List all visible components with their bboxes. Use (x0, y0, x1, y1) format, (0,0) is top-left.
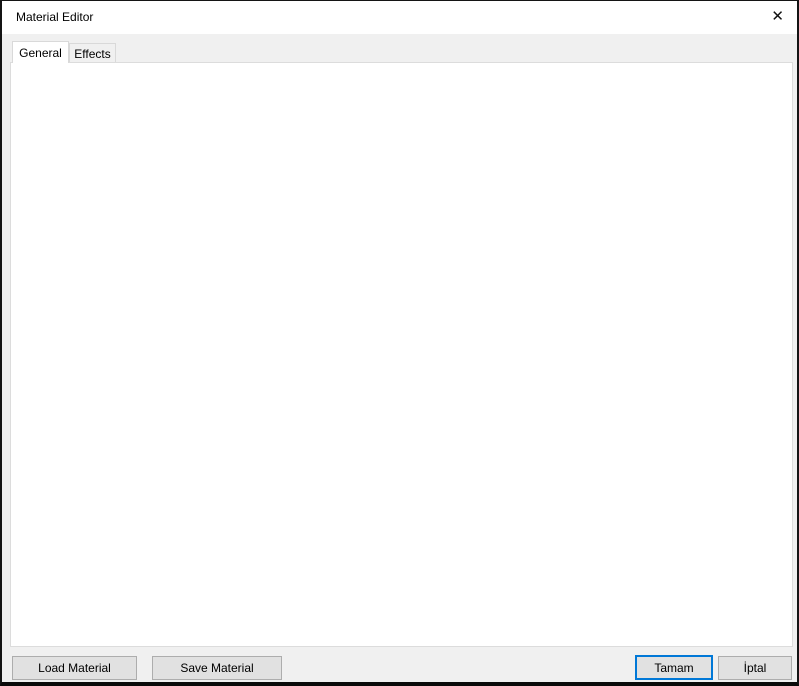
title-bar: Material Editor ✕ (2, 1, 797, 34)
tab-effects[interactable]: Effects (69, 43, 116, 63)
load-material-button[interactable]: Load Material (12, 656, 137, 680)
tab-general[interactable]: General (12, 41, 69, 63)
tab-page-general (10, 62, 793, 647)
window-title: Material Editor (16, 10, 94, 24)
save-material-button[interactable]: Save Material (152, 656, 282, 680)
close-icon[interactable]: ✕ (771, 8, 784, 26)
material-editor-dialog: Material Editor ✕ General Effects Genera… (0, 0, 799, 686)
ok-button[interactable]: Tamam (635, 655, 713, 680)
cancel-button[interactable]: İptal (718, 656, 792, 680)
